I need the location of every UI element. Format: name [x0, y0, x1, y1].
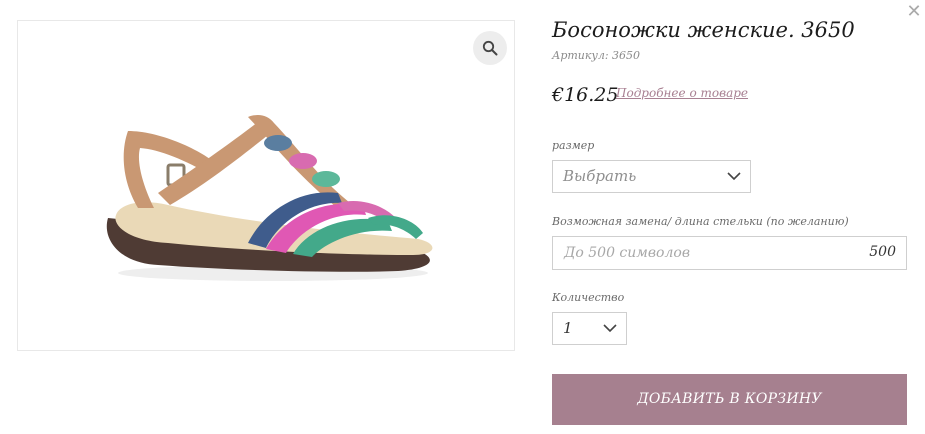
quantity-label: Количество: [552, 291, 625, 304]
size-select[interactable]: Выбрать: [552, 160, 751, 193]
insole-input-placeholder: До 500 символов: [564, 245, 690, 261]
chevron-down-icon: [603, 324, 617, 333]
product-price: €16.25: [552, 84, 619, 106]
insole-input[interactable]: До 500 символов 500: [552, 236, 907, 270]
zoom-button[interactable]: [473, 31, 507, 65]
size-select-value: Выбрать: [563, 167, 637, 185]
add-to-cart-button[interactable]: ДОБАВИТЬ В КОРЗИНУ: [552, 374, 907, 425]
product-title: Босоножки женские. 3650: [552, 18, 855, 42]
quantity-select-value: 1: [563, 319, 573, 337]
search-icon: [482, 40, 498, 56]
insole-label: Возможная замена/ длина стельки (по жела…: [552, 215, 849, 228]
product-image-frame: [17, 20, 515, 351]
product-details-link[interactable]: Подробнее о товаре: [616, 86, 748, 100]
product-sku: Артикул: 3650: [552, 49, 641, 62]
close-icon[interactable]: ✕: [904, 2, 924, 22]
product-image: [106, 115, 433, 281]
character-counter: 500: [869, 244, 896, 260]
size-label: размер: [552, 139, 595, 152]
chevron-down-icon: [727, 172, 741, 181]
quantity-select[interactable]: 1: [552, 312, 627, 345]
